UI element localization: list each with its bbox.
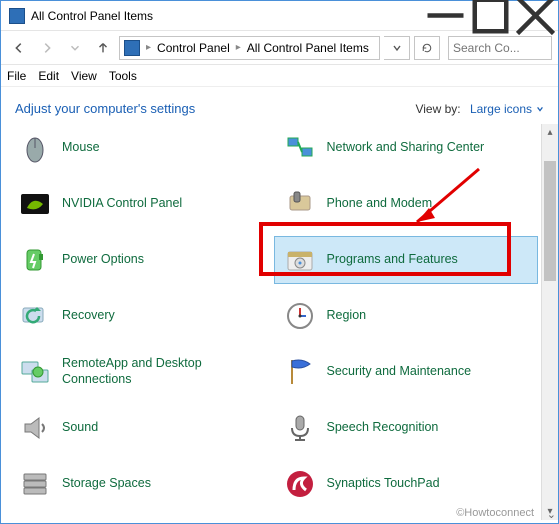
page-heading: Adjust your computer's settings xyxy=(15,101,415,116)
chevron-down-icon xyxy=(536,105,544,113)
chevron-right-icon: ▸ xyxy=(234,42,243,53)
storage-icon xyxy=(18,467,52,501)
region-icon xyxy=(283,299,317,333)
view-by-control: View by: Large icons xyxy=(415,102,544,116)
item-label: Synaptics TouchPad xyxy=(327,476,440,492)
item-mouse[interactable]: Mouse xyxy=(9,124,274,172)
minimize-button[interactable] xyxy=(423,1,468,30)
item-remoteapp[interactable]: RemoteApp and Desktop Connections xyxy=(9,348,274,396)
address-bar[interactable]: ▸ Control Panel ▸ All Control Panel Item… xyxy=(119,36,380,60)
sound-icon xyxy=(18,411,52,445)
menu-file[interactable]: File xyxy=(7,69,26,83)
window-title: All Control Panel Items xyxy=(31,9,423,23)
close-button[interactable] xyxy=(513,1,558,30)
search-input[interactable] xyxy=(453,41,547,55)
menu-tools[interactable]: Tools xyxy=(109,69,137,83)
item-sync-center[interactable]: Sync Center xyxy=(9,516,274,520)
recovery-icon xyxy=(18,299,52,333)
power-icon xyxy=(18,243,52,277)
nvidia-icon xyxy=(18,187,52,221)
control-panel-icon xyxy=(9,8,25,24)
scroll-up-button[interactable]: ▴ xyxy=(542,124,558,141)
content-area: Mouse Network and Sharing Center NVIDIA … xyxy=(1,124,558,520)
navigation-bar: ▸ Control Panel ▸ All Control Panel Item… xyxy=(1,31,558,65)
programs-icon xyxy=(283,243,317,277)
item-label: Mouse xyxy=(62,140,100,156)
menu-bar: File Edit View Tools xyxy=(1,65,558,87)
item-label: Programs and Features xyxy=(327,252,458,268)
forward-button[interactable] xyxy=(35,36,59,60)
item-label: Power Options xyxy=(62,252,144,268)
item-label: Phone and Modem xyxy=(327,196,433,212)
item-security-maintenance[interactable]: Security and Maintenance xyxy=(274,348,539,396)
refresh-button[interactable] xyxy=(414,36,440,60)
maximize-button[interactable] xyxy=(468,1,513,30)
settings-header: Adjust your computer's settings View by:… xyxy=(1,87,558,124)
synaptics-icon xyxy=(283,467,317,501)
item-storage-spaces[interactable]: Storage Spaces xyxy=(9,460,274,508)
microphone-icon xyxy=(283,411,317,445)
view-by-value: Large icons xyxy=(470,102,532,116)
item-region[interactable]: Region xyxy=(274,292,539,340)
view-by-label: View by: xyxy=(415,102,460,116)
view-by-dropdown[interactable]: Large icons xyxy=(470,102,544,116)
vertical-scrollbar[interactable]: ▴ ▾ xyxy=(541,124,558,520)
back-button[interactable] xyxy=(7,36,31,60)
item-label: Recovery xyxy=(62,308,115,324)
item-label: RemoteApp and Desktop Connections xyxy=(62,356,265,387)
menu-view[interactable]: View xyxy=(71,69,97,83)
item-synaptics-touchpad[interactable]: Synaptics TouchPad xyxy=(274,460,539,508)
breadcrumb-root[interactable]: Control Panel xyxy=(157,41,230,55)
recent-locations-button[interactable] xyxy=(63,36,87,60)
address-dropdown-button[interactable] xyxy=(384,36,410,60)
network-icon xyxy=(283,131,317,165)
item-label: Storage Spaces xyxy=(62,476,151,492)
item-phone-modem[interactable]: Phone and Modem xyxy=(274,180,539,228)
item-label: Network and Sharing Center xyxy=(327,140,485,156)
remoteapp-icon xyxy=(18,355,52,389)
control-panel-icon xyxy=(124,40,140,56)
item-recovery[interactable]: Recovery xyxy=(9,292,274,340)
scrollbar-thumb[interactable] xyxy=(544,161,556,281)
title-bar: All Control Panel Items xyxy=(1,1,558,31)
breadcrumb-current[interactable]: All Control Panel Items xyxy=(247,41,369,55)
item-power-options[interactable]: Power Options xyxy=(9,236,274,284)
mouse-icon xyxy=(18,131,52,165)
watermark: ©Howtoconnect xyxy=(456,507,534,519)
menu-edit[interactable]: Edit xyxy=(38,69,59,83)
item-label: Sound xyxy=(62,420,98,436)
item-label: NVIDIA Control Panel xyxy=(62,196,182,212)
item-speech-recognition[interactable]: Speech Recognition xyxy=(274,404,539,452)
item-label: Security and Maintenance xyxy=(327,364,472,380)
item-network-sharing[interactable]: Network and Sharing Center xyxy=(274,124,539,172)
phone-modem-icon xyxy=(283,187,317,221)
chevron-down-icon: ⌄ xyxy=(547,508,556,521)
item-label: Speech Recognition xyxy=(327,420,439,436)
chevron-right-icon: ▸ xyxy=(144,42,153,53)
item-nvidia[interactable]: NVIDIA Control Panel xyxy=(9,180,274,228)
security-flag-icon xyxy=(283,355,317,389)
up-button[interactable] xyxy=(91,36,115,60)
item-label: Region xyxy=(327,308,367,324)
item-programs-features[interactable]: Programs and Features xyxy=(274,236,539,284)
search-box[interactable] xyxy=(448,36,552,60)
item-sound[interactable]: Sound xyxy=(9,404,274,452)
